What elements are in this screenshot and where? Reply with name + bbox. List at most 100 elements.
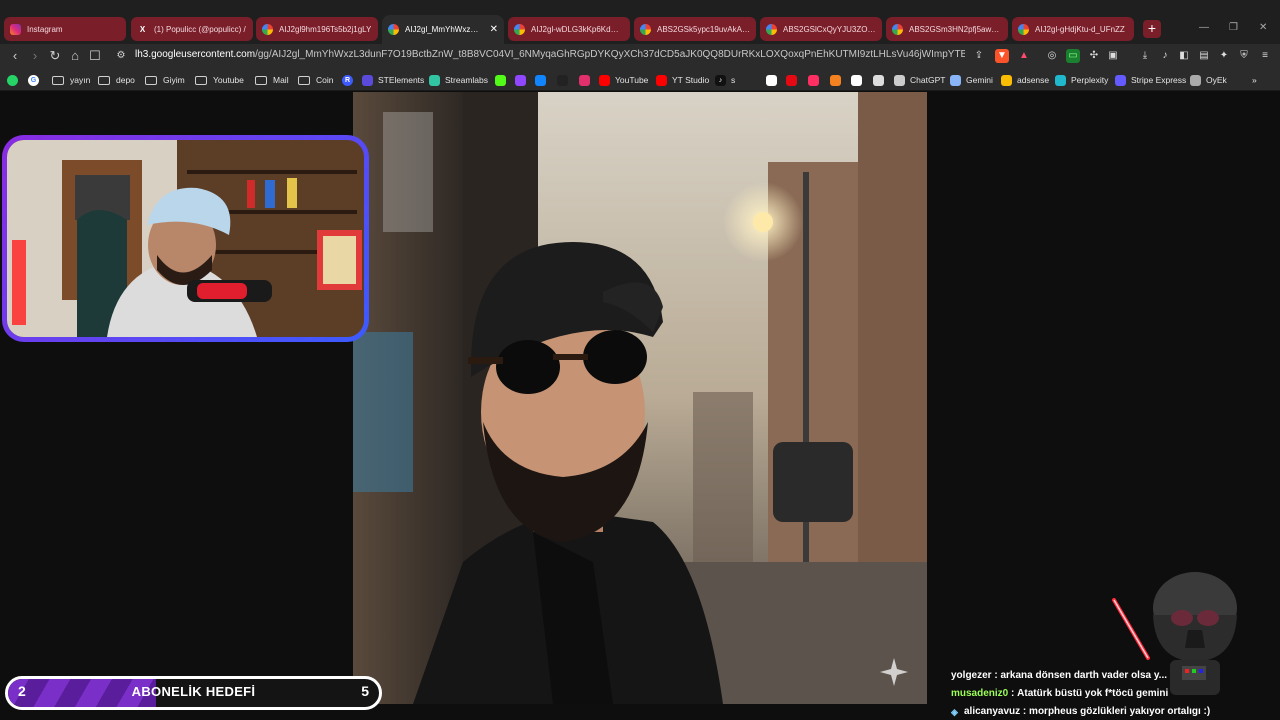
bookmark-stripe-express[interactable]: Stripe Express — [1115, 73, 1186, 87]
wallet-icon[interactable]: ▤ — [1197, 49, 1211, 63]
home-icon[interactable]: ⌂ — [66, 47, 84, 65]
share-icon[interactable]: ⇪ — [972, 49, 986, 63]
chat-text: Atatürk büstü yok f*töcü gemini — [1017, 687, 1169, 699]
tab-2[interactable]: X (1) Populicc (@populicc) / — [131, 17, 253, 41]
bookmark-label: Coin — [316, 75, 334, 85]
bookmark-label: Streamlabs — [445, 75, 488, 85]
instagram-icon — [579, 74, 590, 86]
st-icon — [362, 74, 373, 86]
bookmark-x[interactable] — [557, 73, 573, 87]
bookmark-youtube[interactable]: YouTube — [599, 73, 648, 87]
tab-3[interactable]: AIJ2gl9hm196Ts5b2j1gLY — [256, 17, 378, 41]
sidebar-icon[interactable]: ◧ — [1177, 49, 1191, 63]
tab-title: AIJ2gl9hm196Ts5b2j1gLY — [279, 24, 372, 34]
extension-icon[interactable]: ▭ — [1066, 49, 1080, 63]
download-icon[interactable]: ⤓ — [1138, 49, 1152, 63]
tab-6[interactable]: ABS2GSk5ypc19uvAkAfoY — [634, 17, 756, 41]
instagram-icon — [10, 23, 21, 35]
bookmark-adsense[interactable]: adsense — [1001, 73, 1049, 87]
address-bar[interactable]: lh3.googleusercontent.com/gg/AIJ2gl_MmYh… — [135, 49, 965, 60]
bookmark-perplexity[interactable]: Perplexity — [1055, 73, 1108, 87]
tab-5[interactable]: AIJ2gl-wDLG3kKp6KdU4v — [508, 17, 630, 41]
bookmark-depo[interactable]: depo — [98, 73, 135, 87]
tab-7[interactable]: ABS2GSlCxQyYJU3ZOyy0 — [760, 17, 882, 41]
youtube-icon — [599, 74, 610, 86]
vpn-shield-icon[interactable]: ⛨ — [1237, 49, 1251, 63]
forward-icon[interactable]: › — [26, 47, 44, 65]
reload-icon[interactable]: ↻ — [46, 47, 64, 65]
bookmark-oyek[interactable]: OyEk — [1190, 73, 1227, 87]
perplexity-icon — [1055, 74, 1066, 86]
x-icon — [557, 74, 568, 86]
page-content: 2 ABONELİK HEDEFİ 5 yolgezer : arkana dö… — [0, 92, 1280, 720]
image-icon — [1018, 23, 1029, 35]
extension-icon[interactable]: ◎ — [1045, 49, 1059, 63]
bookmark-amazon[interactable] — [851, 73, 867, 87]
bookmark-google[interactable]: G — [28, 73, 44, 87]
brave-rewards-icon[interactable]: ▲ — [1017, 49, 1031, 63]
tab-4[interactable]: AIJ2gl_MmYhWxzL3dunF ✕ — [382, 15, 504, 44]
bookmark-label: Youtube — [213, 75, 244, 85]
whatsapp-icon — [7, 74, 18, 86]
stripe-icon — [1115, 74, 1126, 86]
bookmark-whatsapp[interactable] — [7, 73, 23, 87]
bookmark-label: Mail — [273, 75, 289, 85]
portrait-illustration — [353, 92, 927, 704]
new-tab-button[interactable]: + — [1143, 20, 1161, 38]
bookmark-record[interactable] — [766, 73, 782, 87]
chat-username: alicanyavuz — [964, 705, 1021, 717]
bookmark-stelements[interactable]: STElements — [362, 73, 424, 87]
music-icon[interactable]: ♪ — [1158, 49, 1172, 63]
tab-title: Instagram — [27, 24, 63, 34]
r-icon: R — [342, 74, 353, 86]
folder-icon — [255, 75, 267, 85]
tiktok-icon: ♪ — [715, 74, 726, 86]
bookmark-gemini[interactable]: Gemini — [950, 73, 993, 87]
back-icon[interactable]: ‹ — [6, 47, 24, 65]
bookmark-giyim[interactable]: Giyim — [145, 73, 185, 87]
bookmark-netflix[interactable] — [786, 73, 802, 87]
bookmark-app[interactable] — [873, 73, 889, 87]
bookmark-label: YouTube — [615, 75, 649, 85]
goal-end-value: 5 — [361, 683, 369, 699]
restore-icon[interactable]: ❐ — [1229, 22, 1238, 33]
bookmark-bluesky[interactable] — [535, 73, 551, 87]
bookmark-s[interactable]: ♪ s — [715, 73, 735, 87]
bookmark-app[interactable] — [830, 73, 846, 87]
close-window-icon[interactable]: ✕ — [1259, 22, 1267, 33]
bookmark-streamlabs[interactable]: Streamlabs — [429, 73, 488, 87]
bookmark-label: depo — [116, 75, 135, 85]
bookmark-icon[interactable]: ☐ — [86, 47, 104, 65]
menu-icon[interactable]: ≡ — [1258, 49, 1272, 63]
bookmark-app[interactable] — [808, 73, 824, 87]
bookmark-yt-studio[interactable]: YT Studio — [656, 73, 709, 87]
bookmark-yayın[interactable]: yayın — [52, 73, 90, 87]
site-info-icon[interactable]: ⚙ — [112, 47, 130, 65]
close-tab-icon[interactable]: ✕ — [490, 24, 498, 35]
tab-8[interactable]: ABS2GSm3HN2pfj5awvNi — [886, 17, 1008, 41]
bookmarks-overflow-icon[interactable]: » — [1252, 73, 1257, 87]
bookmark-r[interactable]: R — [342, 73, 358, 87]
bookmark-label: adsense — [1017, 75, 1050, 85]
bookmark-mail[interactable]: Mail — [255, 73, 289, 87]
bookmark-chatgpt[interactable]: ChatGPT — [894, 73, 945, 87]
bookmark-label: ChatGPT — [910, 75, 946, 85]
bookmark-twitch[interactable] — [515, 73, 531, 87]
sparkle-icon — [880, 658, 908, 686]
chat-separator: : — [1020, 705, 1030, 717]
extensions-puzzle-icon[interactable]: ✣ — [1087, 49, 1101, 63]
bookmark-kick[interactable] — [495, 73, 511, 87]
screenshot-icon[interactable]: ▣ — [1106, 49, 1120, 63]
goal-title: ABONELİK HEDEFİ — [131, 684, 256, 699]
bookmark-instagram[interactable] — [579, 73, 595, 87]
tab-1[interactable]: Instagram — [4, 17, 126, 41]
portrait-image — [353, 92, 927, 704]
ai-sparkle-icon[interactable]: ✦ — [1217, 49, 1231, 63]
brave-shield-icon[interactable]: ▼ — [995, 49, 1009, 63]
minimize-icon[interactable]: — — [1199, 22, 1209, 33]
bookmark-label: s — [731, 75, 736, 85]
amazon-icon — [851, 74, 862, 86]
bookmark-youtube[interactable]: Youtube — [195, 73, 244, 87]
tab-9[interactable]: AIJ2gl-gHdjKtu-d_UFnZZ — [1012, 17, 1134, 41]
bookmark-coin[interactable]: Coin — [298, 73, 333, 87]
